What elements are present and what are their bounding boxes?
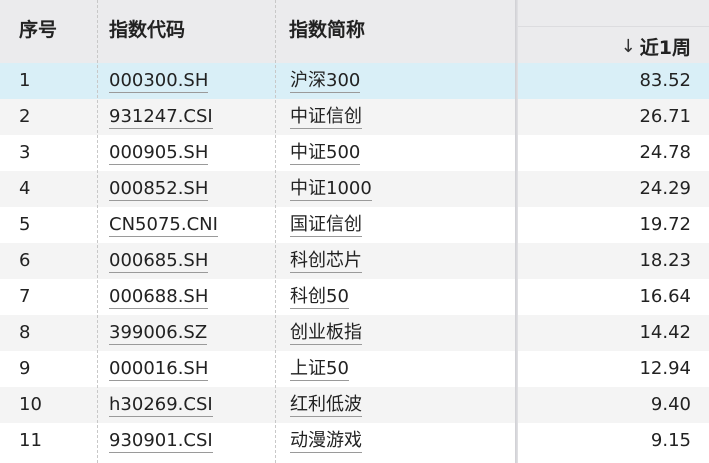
header-name: 指数简称 <box>289 19 366 41</box>
index-code-link[interactable]: 930901.CSI <box>109 430 213 453</box>
header-seq: 序号 <box>19 19 58 41</box>
index-code-link[interactable]: 399006.SZ <box>109 322 208 345</box>
table-row[interactable]: 4 000852.SH 中证1000 24.29 <box>0 171 709 207</box>
index-code-link[interactable]: h30269.CSI <box>109 394 213 417</box>
index-name-link[interactable]: 中证信创 <box>290 106 362 129</box>
arrow-down-icon: ↓ <box>620 36 636 57</box>
table-row[interactable]: 7 000688.SH 科创50 16.64 <box>0 279 709 315</box>
index-name-link[interactable]: 创业板指 <box>290 322 362 345</box>
table-row[interactable]: 2 931247.CSI 中证信创 26.71 <box>0 99 709 135</box>
row-seq: 1 <box>19 70 31 91</box>
index-name-link[interactable]: 科创芯片 <box>290 250 362 273</box>
table-row[interactable]: 10 h30269.CSI 红利低波 9.40 <box>0 387 709 423</box>
table-row[interactable]: 9 000016.SH 上证50 12.94 <box>0 351 709 387</box>
row-seq: 2 <box>19 106 31 127</box>
index-name-link[interactable]: 沪深300 <box>290 70 361 93</box>
table-row[interactable]: 3 000905.SH 中证500 24.78 <box>0 135 709 171</box>
row-week-value: 16.64 <box>639 286 691 307</box>
row-seq: 9 <box>19 358 31 379</box>
index-name-link[interactable]: 中证500 <box>290 142 361 165</box>
header-week-label: 近1周 <box>639 37 691 59</box>
frozen-column-shadow <box>515 0 518 463</box>
row-week-value: 83.52 <box>639 70 691 91</box>
row-seq: 8 <box>19 322 31 343</box>
table-row[interactable]: 6 000685.SH 科创芯片 18.23 <box>0 243 709 279</box>
index-name-link[interactable]: 红利低波 <box>290 394 362 417</box>
row-seq: 7 <box>19 286 31 307</box>
row-week-value: 9.40 <box>650 394 691 415</box>
row-week-value: 9.15 <box>650 430 691 451</box>
row-seq: 5 <box>19 214 31 235</box>
index-name-link[interactable]: 国证信创 <box>290 214 362 237</box>
index-code-link[interactable]: CN5075.CNI <box>109 214 218 237</box>
index-table: 序号 指数代码 指数简称 ↓ 近1周 1 000300.SH 沪深300 83.… <box>0 0 709 463</box>
row-seq: 10 <box>19 394 42 415</box>
table-row[interactable]: 5 CN5075.CNI 国证信创 19.72 <box>0 207 709 243</box>
row-week-value: 19.72 <box>639 214 691 235</box>
column-divider <box>275 0 276 463</box>
row-week-value: 18.23 <box>639 250 691 271</box>
row-week-value: 26.71 <box>639 106 691 127</box>
table-header: 序号 指数代码 指数简称 ↓ 近1周 <box>0 0 709 63</box>
row-week-value: 12.94 <box>639 358 691 379</box>
index-code-link[interactable]: 000685.SH <box>109 250 209 273</box>
index-code-link[interactable]: 000905.SH <box>109 142 209 165</box>
row-seq: 3 <box>19 142 31 163</box>
index-name-link[interactable]: 中证1000 <box>290 178 372 201</box>
table-row[interactable]: 11 930901.CSI 动漫游戏 9.15 <box>0 423 709 459</box>
index-name-link[interactable]: 动漫游戏 <box>290 430 362 453</box>
table-row[interactable]: 8 399006.SZ 创业板指 14.42 <box>0 315 709 351</box>
index-code-link[interactable]: 000688.SH <box>109 286 209 309</box>
table-row[interactable]: 1 000300.SH 沪深300 83.52 <box>0 63 709 99</box>
row-week-value: 14.42 <box>639 322 691 343</box>
row-seq: 11 <box>19 430 42 451</box>
header-code: 指数代码 <box>109 19 186 41</box>
column-divider <box>97 0 98 463</box>
row-seq: 4 <box>19 178 31 199</box>
index-code-link[interactable]: 931247.CSI <box>109 106 213 129</box>
table-body: 1 000300.SH 沪深300 83.52 2 931247.CSI 中证信… <box>0 63 709 459</box>
row-seq: 6 <box>19 250 31 271</box>
index-name-link[interactable]: 科创50 <box>290 286 349 309</box>
header-week-sort[interactable]: ↓ 近1周 <box>621 33 691 60</box>
index-name-link[interactable]: 上证50 <box>290 358 349 381</box>
index-code-link[interactable]: 000852.SH <box>109 178 209 201</box>
row-week-value: 24.78 <box>639 142 691 163</box>
index-code-link[interactable]: 000300.SH <box>109 70 209 93</box>
row-week-value: 24.29 <box>639 178 691 199</box>
index-code-link[interactable]: 000016.SH <box>109 358 209 381</box>
